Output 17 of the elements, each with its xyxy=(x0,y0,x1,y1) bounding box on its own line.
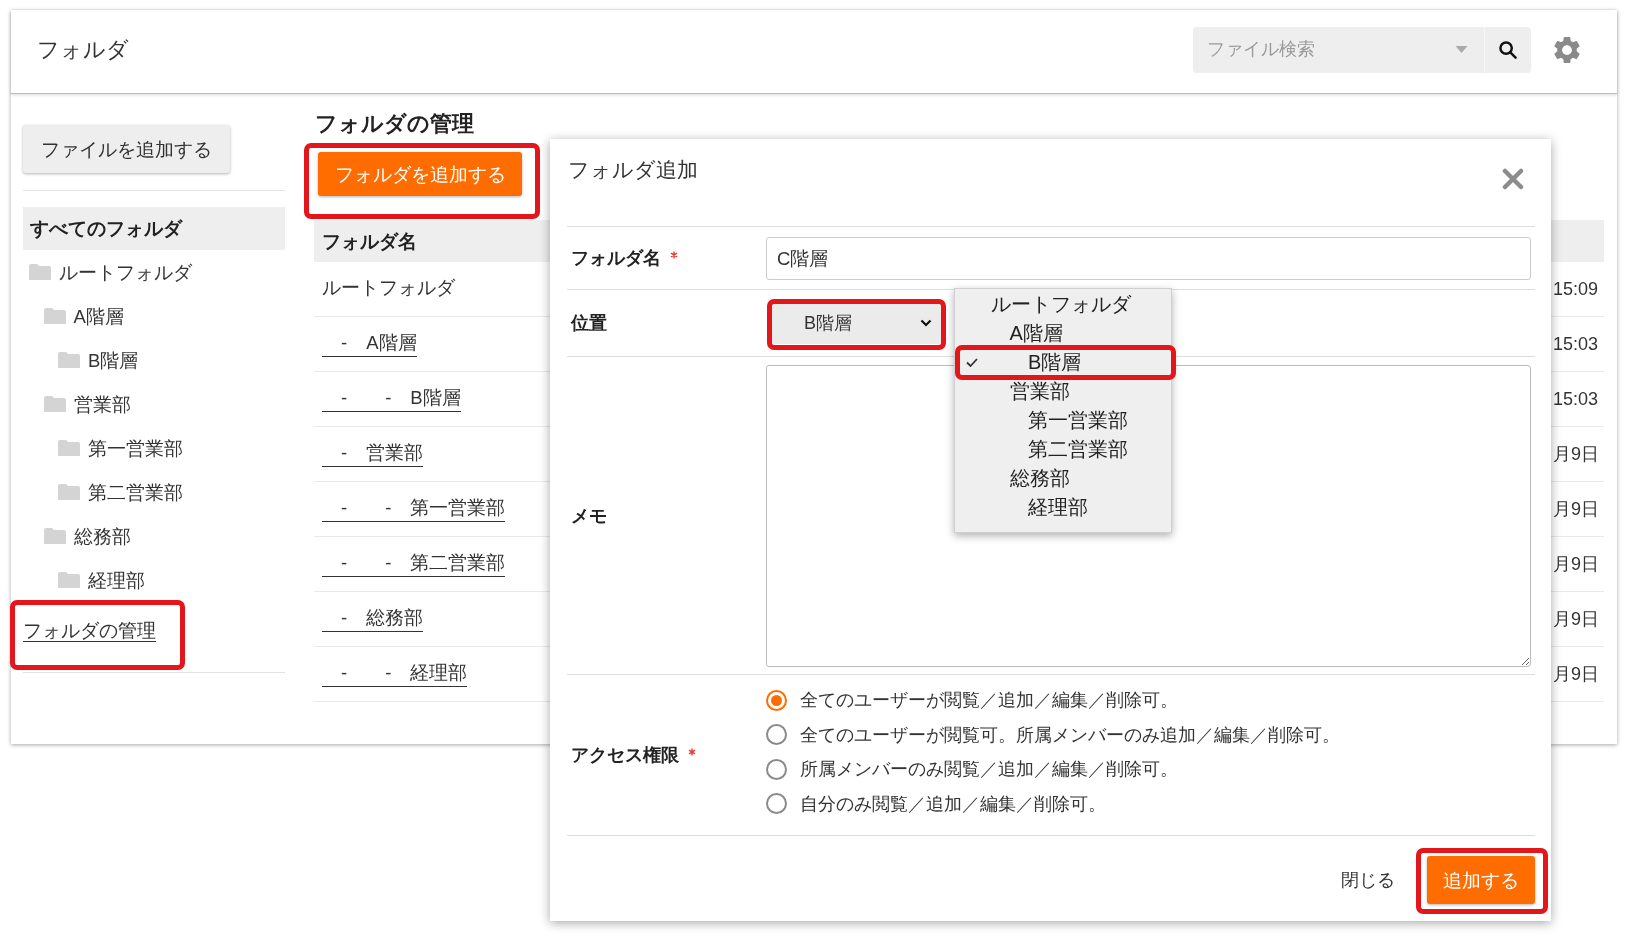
field-label: メモ xyxy=(571,504,607,528)
table-cell-text: 月9日 xyxy=(1553,443,1600,466)
page-title: フォルダ xyxy=(37,35,129,64)
table-cell-text: ルートフォルダ xyxy=(322,277,455,300)
table-cell-text: 15:09 xyxy=(1553,278,1600,300)
field-label: アクセス権限 xyxy=(571,744,679,767)
column-header: フォルダ名 xyxy=(322,229,417,254)
table-cell-text: 月9日 xyxy=(1553,663,1600,686)
field-label: フォルダ名 xyxy=(571,247,661,270)
section-heading: フォルダの管理 xyxy=(315,110,475,138)
dialog-title: フォルダ追加 xyxy=(568,158,698,182)
table-cell-text: 15:03 xyxy=(1553,388,1600,410)
table-cell-text: 月9日 xyxy=(1553,498,1600,521)
table-cell-text: 15:03 xyxy=(1553,333,1600,355)
table-cell-text: 月9日 xyxy=(1553,608,1600,631)
table-cell-text: 月9日 xyxy=(1553,553,1600,576)
field-label: 位置 xyxy=(571,312,607,335)
